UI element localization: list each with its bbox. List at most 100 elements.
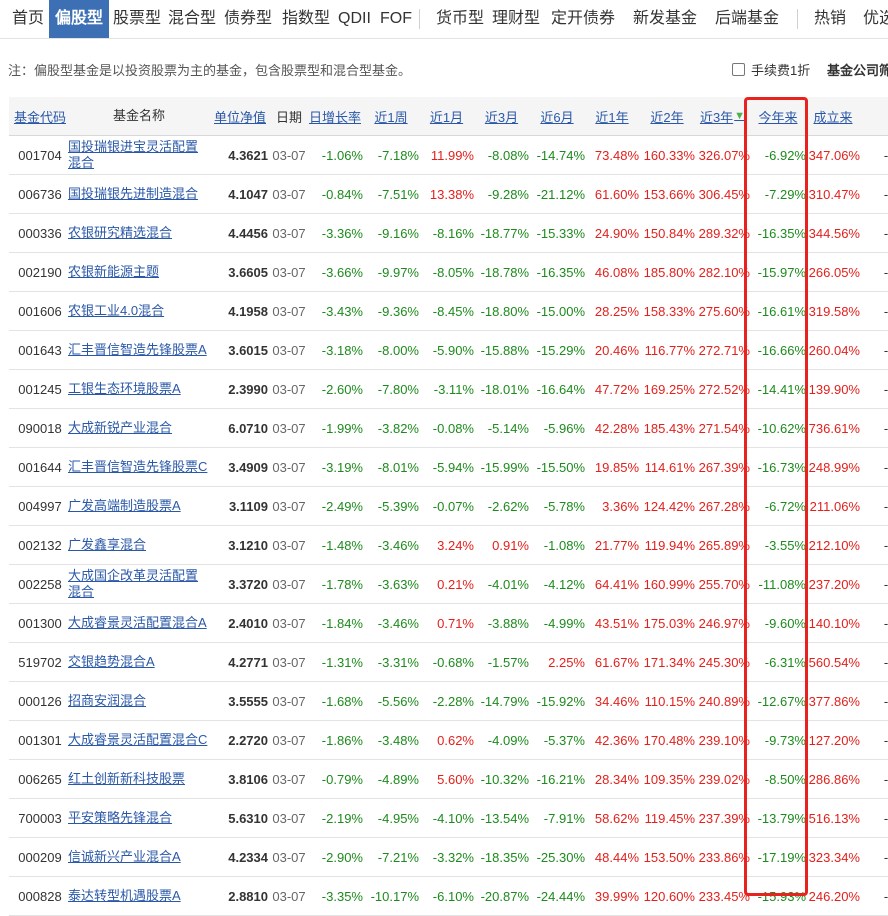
fund-name-link[interactable]: 大成国企改革灵活配置混合 xyxy=(68,568,210,600)
fund-y2: 119.45% xyxy=(644,810,695,826)
nav-item-4[interactable]: 债券型 xyxy=(218,0,278,38)
fund-code: 000126 xyxy=(18,693,62,709)
nav-item-12[interactable]: 后端基金 xyxy=(709,0,785,38)
col-y3[interactable]: 近3年 ▼ xyxy=(695,97,750,135)
fund-extra: - xyxy=(883,147,888,163)
fund-m3: -5.14% xyxy=(487,420,529,436)
fund-ytd: -6.72% xyxy=(764,498,806,514)
col-y2[interactable]: 近2年 xyxy=(639,97,695,135)
fund-d1: -1.84% xyxy=(321,615,363,631)
fund-name-link[interactable]: 农银新能源主题 xyxy=(68,264,159,280)
fund-y3: 267.39% xyxy=(698,459,750,475)
col-d1[interactable]: 日增长率 xyxy=(307,97,363,135)
nav-item-6[interactable]: QDII xyxy=(332,0,377,38)
fund-w1: -8.00% xyxy=(377,342,419,358)
col-m3[interactable]: 近3月 xyxy=(474,97,529,135)
fund-name-link[interactable]: 农银研究精选混合 xyxy=(68,225,172,241)
fund-y2: 150.84% xyxy=(643,225,695,241)
fund-m1: -5.94% xyxy=(432,459,474,475)
fund-name-link[interactable]: 国投瑞银先进制造混合 xyxy=(68,186,198,202)
fund-name-link[interactable]: 泰达转型机遇股票A xyxy=(68,888,181,904)
fund-nav: 5.6310 xyxy=(228,810,268,826)
fund-ytd: -14.41% xyxy=(757,381,806,397)
fund-m6: -15.50% xyxy=(536,459,585,475)
fund-name-link[interactable]: 招商安润混合 xyxy=(68,693,146,709)
fund-name-link[interactable]: 交银趋势混合A xyxy=(68,654,155,670)
fund-name-link[interactable]: 工银生态环境股票A xyxy=(68,381,181,397)
fund-m1: -2.28% xyxy=(432,693,474,709)
fund-name-link[interactable]: 大成睿景灵活配置混合C xyxy=(68,732,207,748)
nav-item-3[interactable]: 混合型 xyxy=(162,0,222,38)
table-row: 001606 农银工业4.0混合 4.1958 03-07 -3.43% -9.36% -8… xyxy=(9,292,888,331)
fund-ytd: -16.61% xyxy=(757,303,806,319)
fund-code: 519702 xyxy=(18,654,62,670)
nav-item-8[interactable]: 货币型 xyxy=(430,0,490,38)
fund-y1: 61.67% xyxy=(594,654,639,670)
nav-item-11[interactable]: 新发基金 xyxy=(627,0,703,38)
fee-filter[interactable]: 手续费1折 xyxy=(732,60,810,79)
nav-item-7[interactable]: FOF xyxy=(374,0,418,38)
fund-m6: -16.64% xyxy=(536,381,585,397)
fund-extra: - xyxy=(883,732,888,748)
fund-m3: -18.35% xyxy=(480,849,529,865)
col-y1[interactable]: 近1年 xyxy=(585,97,639,135)
note-text: 注：偏股型基金是以投资股票为主的基金，包含股票型和混合型基金。 xyxy=(8,63,412,78)
col-ytd[interactable]: 今年来 xyxy=(750,97,806,135)
col-code[interactable]: 基金代码 xyxy=(12,97,68,135)
col-m6[interactable]: 近6月 xyxy=(529,97,585,135)
fund-ytd: -17.19% xyxy=(757,849,806,865)
fund-since: 139.90% xyxy=(808,381,860,397)
col-m1[interactable]: 近1月 xyxy=(419,97,474,135)
fee-checkbox[interactable] xyxy=(732,63,745,76)
fund-name-cell: 农银研究精选混合 xyxy=(68,214,210,252)
nav-item-0[interactable]: 首页 xyxy=(6,0,50,38)
fund-name-link[interactable]: 农银工业4.0混合 xyxy=(68,303,164,319)
fund-nav: 4.1958 xyxy=(228,303,268,319)
nav-item-13[interactable]: 热销 xyxy=(808,0,852,38)
nav-item-14[interactable]: 优选 xyxy=(857,0,888,38)
fund-y2: 170.48% xyxy=(643,732,695,748)
fund-m6: -21.12% xyxy=(536,186,585,202)
col-w1[interactable]: 近1周 xyxy=(363,97,419,135)
fund-name-link[interactable]: 红土创新新科技股票 xyxy=(68,771,185,787)
fund-m1: -6.10% xyxy=(432,888,474,904)
fund-name-link[interactable]: 大成睿景灵活配置混合A xyxy=(68,615,207,631)
fund-name-link[interactable]: 广发高端制造股票A xyxy=(68,498,181,514)
col-since[interactable]: 成立来 xyxy=(806,97,860,135)
fund-extra: - xyxy=(883,654,888,670)
fund-w1: -3.46% xyxy=(377,537,419,553)
fund-m1: 0.71% xyxy=(437,615,474,631)
nav-item-10[interactable]: 定开债券 xyxy=(545,0,621,38)
nav-item-9[interactable]: 理财型 xyxy=(486,0,546,38)
fund-name-link[interactable]: 国投瑞银进宝灵活配置混合 xyxy=(68,139,210,171)
fund-m6: -16.21% xyxy=(536,771,585,787)
fund-m3: -18.78% xyxy=(480,264,529,280)
fund-date: 03-07 xyxy=(272,498,306,514)
nav-item-5[interactable]: 指数型 xyxy=(276,0,336,38)
col-nav[interactable]: 单位净值 xyxy=(212,97,268,135)
fund-since: 736.61% xyxy=(808,420,860,436)
fund-name-link[interactable]: 广发鑫享混合 xyxy=(68,537,146,553)
fund-y1: 28.34% xyxy=(594,771,639,787)
company-filter[interactable]: 基金公司筛 xyxy=(827,60,888,79)
fund-name-cell: 国投瑞银进宝灵活配置混合 xyxy=(68,136,210,174)
fund-date: 03-07 xyxy=(272,771,306,787)
fund-name-link[interactable]: 平安策略先锋混合 xyxy=(68,810,172,826)
nav-item-2[interactable]: 股票型 xyxy=(107,0,167,38)
fund-y2: 171.34% xyxy=(643,654,695,670)
fund-name-link[interactable]: 汇丰晋信智造先锋股票C xyxy=(68,459,207,475)
fund-w1: -3.46% xyxy=(377,615,419,631)
fund-name-link[interactable]: 信诚新兴产业混合A xyxy=(68,849,181,865)
fund-w1: -5.56% xyxy=(377,693,419,709)
fund-date: 03-07 xyxy=(272,576,306,592)
fund-w1: -4.95% xyxy=(377,810,419,826)
fund-name-link[interactable]: 大成新锐产业混合 xyxy=(68,420,172,436)
fund-name-cell: 广发高端制造股票A xyxy=(68,487,210,525)
nav-item-1[interactable]: 偏股型 xyxy=(49,0,110,38)
fund-m1: -0.08% xyxy=(432,420,474,436)
fund-since: 310.47% xyxy=(808,186,860,202)
table-row: 001643 汇丰晋信智造先锋股票A 3.6015 03-07 -3.18% -8.00%… xyxy=(9,331,888,370)
fund-since: 140.10% xyxy=(808,615,860,631)
fund-name-link[interactable]: 汇丰晋信智造先锋股票A xyxy=(68,342,207,358)
fund-name-cell: 国投瑞银先进制造混合 xyxy=(68,175,210,213)
